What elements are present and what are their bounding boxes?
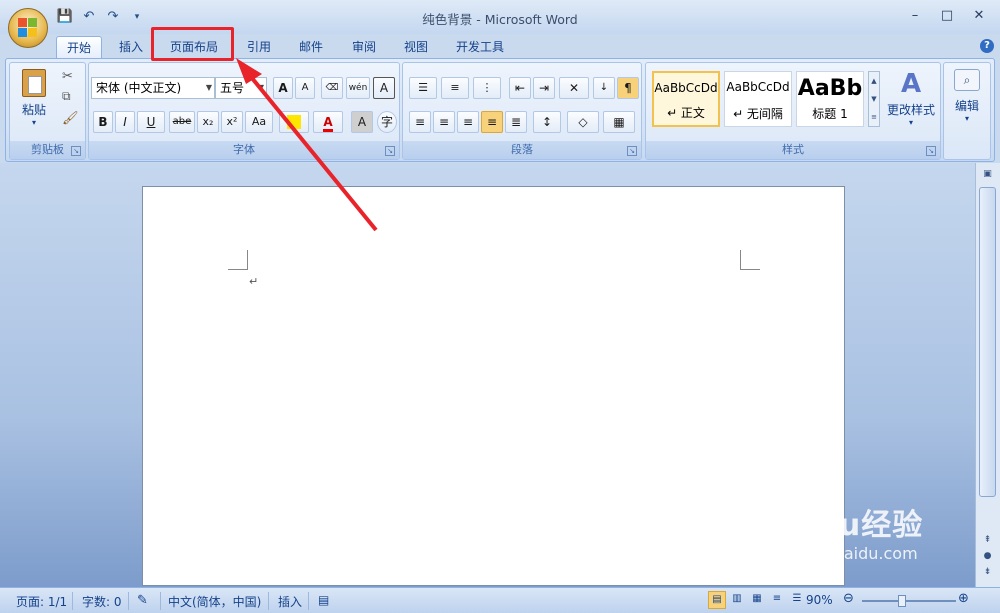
web-layout-icon[interactable]: ▦ [748, 591, 766, 609]
status-divider [72, 592, 73, 610]
proofing-icon[interactable]: ✎ [137, 593, 148, 608]
full-screen-reading-icon[interactable]: ▥ [728, 591, 746, 609]
status-bar: 页面: 1/1 字数: 0 ✎ 中文(简体，中国) 插入 ▤ ▤ ▥ ▦ ≡ ☰… [0, 587, 1000, 613]
status-divider [308, 592, 309, 610]
watermark-url: jingyan.baidu.com [770, 544, 918, 563]
zoom-out-icon[interactable]: ⊖ [843, 591, 854, 606]
view-buttons: ▤ ▥ ▦ ≡ ☰ [708, 591, 806, 609]
status-divider [268, 592, 269, 610]
status-divider [160, 592, 161, 610]
word-count[interactable]: 字数: 0 [82, 593, 122, 610]
office-logo-icon [18, 18, 38, 38]
zoom-level[interactable]: 90% [806, 593, 833, 607]
zoom-in-icon[interactable]: ⊕ [958, 591, 969, 606]
outline-icon[interactable]: ≡ [768, 591, 786, 609]
watermark-brand: Baidu经验 [760, 508, 924, 543]
draft-icon[interactable]: ☰ [788, 591, 806, 609]
language-indicator[interactable]: 中文(简体，中国) [168, 593, 261, 610]
zoom-slider[interactable] [862, 595, 956, 607]
office-button[interactable] [8, 8, 48, 48]
page-count[interactable]: 页面: 1/1 [16, 593, 67, 610]
print-layout-icon[interactable]: ▤ [708, 591, 726, 609]
insert-mode[interactable]: 插入 [278, 593, 302, 610]
watermark: Baidu经验 jingyan.baidu.com [760, 500, 923, 563]
status-divider [128, 592, 129, 610]
macro-record-icon[interactable]: ▤ [318, 593, 329, 607]
zoom-slider-handle[interactable] [898, 595, 906, 607]
